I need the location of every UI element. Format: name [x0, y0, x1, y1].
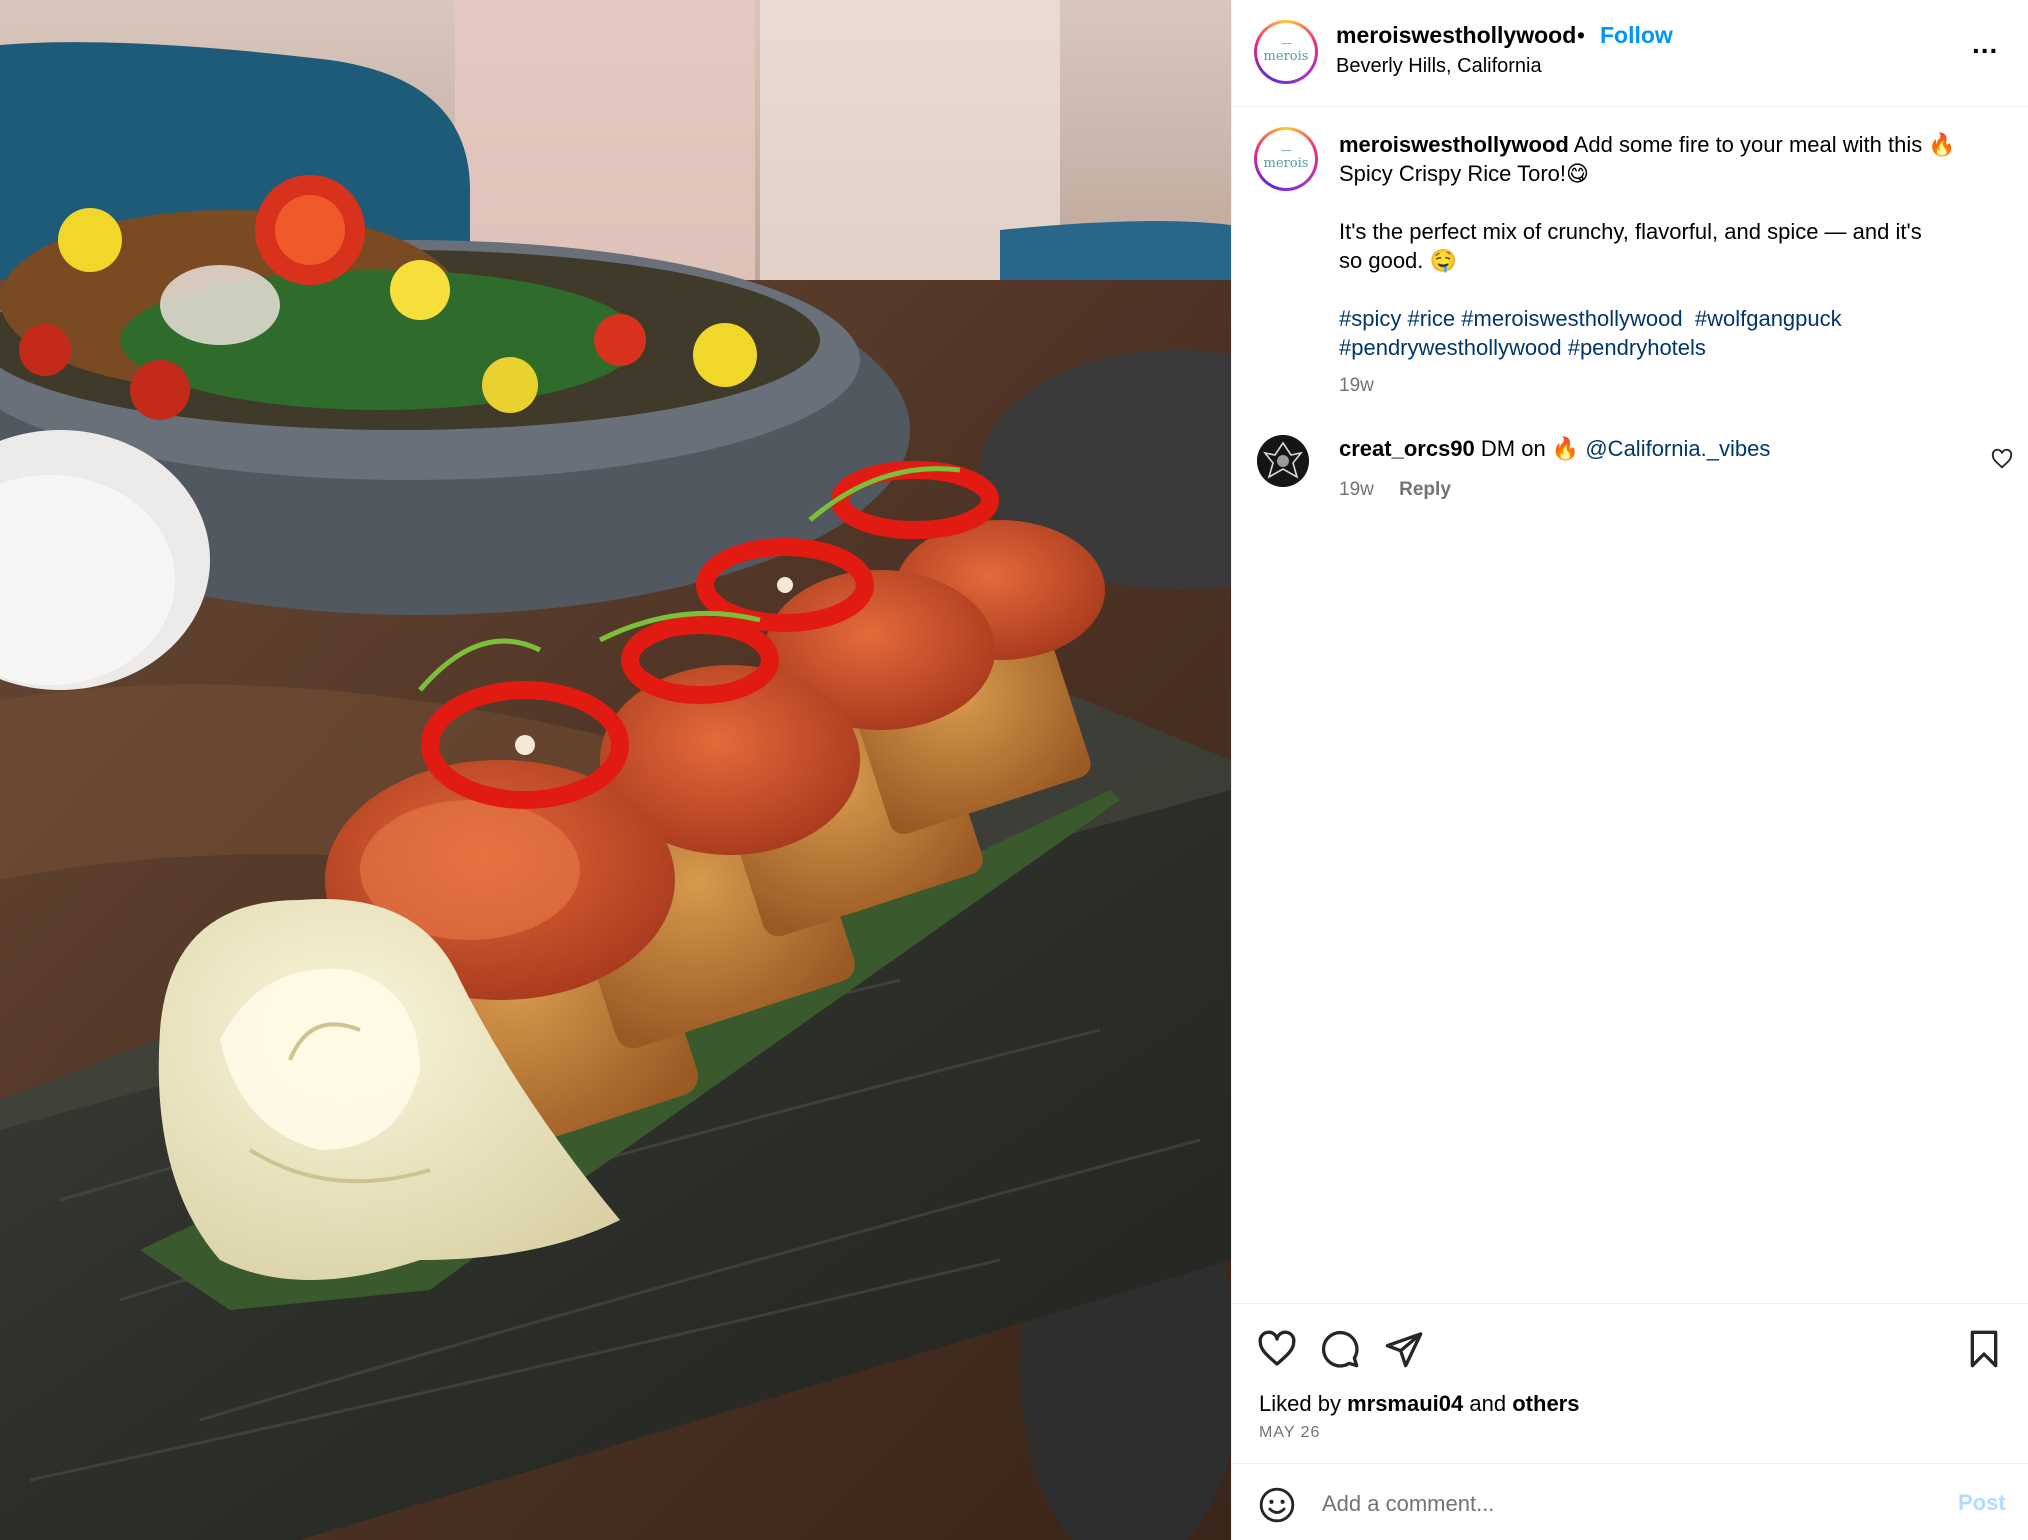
hashtag-link[interactable]: #wolfgangpuck [1695, 306, 1842, 331]
post-header: ~~ merois meroiswesthollywood • Follow B… [1232, 0, 2028, 107]
liked-prefix: Liked by [1259, 1391, 1341, 1416]
hashtag-link[interactable]: #rice [1407, 306, 1455, 331]
post-caption: meroiswesthollywood Add some fire to you… [1339, 130, 1989, 362]
emoji-icon[interactable] [1258, 1486, 1296, 1524]
hashtag-link[interactable]: #pendrywesthollywood [1339, 335, 1562, 360]
comment-username[interactable]: creat_orcs90 [1339, 436, 1475, 461]
comment-icon[interactable] [1320, 1329, 1360, 1369]
avatar-logo-word: merois [1263, 49, 1309, 64]
post-location[interactable]: Beverly Hills, California [1336, 55, 1542, 78]
reply-button[interactable]: Reply [1399, 479, 1451, 500]
comment-timestamp[interactable]: 19w [1339, 479, 1374, 500]
commenter-avatar[interactable] [1257, 435, 1309, 487]
comment-mention[interactable]: @California._vibes [1585, 436, 1770, 461]
post-button[interactable]: Post [1958, 1490, 2006, 1516]
author-avatar[interactable]: ~~ merois [1254, 20, 1318, 84]
caption-timestamp[interactable]: 19w [1339, 375, 1374, 397]
comment-text: DM on 🔥 [1480, 436, 1580, 461]
comment-item: creat_orcs90 DM on 🔥 @California._vibes [1339, 436, 1770, 462]
bookmark-icon[interactable] [1964, 1329, 2004, 1369]
heart-icon[interactable] [1257, 1329, 1297, 1369]
post-date[interactable]: MAY 26 [1259, 1424, 1320, 1442]
comment-meta: 19w Reply [1339, 479, 1451, 501]
action-bar [1232, 1303, 2028, 1461]
hashtag-link[interactable]: #meroiswesthollywood [1461, 306, 1682, 331]
caption-line-2: Spicy Crispy Rice Toro!😋 [1339, 161, 1589, 186]
caption-line-4: so good. 🤤 [1339, 248, 1457, 273]
follow-button[interactable]: Follow [1600, 22, 1673, 49]
small-heart-icon[interactable] [1991, 448, 2013, 470]
caption-line-3: It's the perfect mix of crunchy, flavorf… [1339, 219, 1922, 244]
more-icon[interactable]: ... [1972, 28, 1998, 60]
caption-username[interactable]: meroiswesthollywood [1339, 132, 1569, 157]
comment-composer: Post [1232, 1463, 2028, 1540]
post-photo[interactable] [0, 0, 1231, 1540]
author-username[interactable]: meroiswesthollywood [1336, 22, 1576, 49]
food-image [0, 0, 1231, 1540]
post-side-panel: ~~ merois meroiswesthollywood • Follow B… [1231, 0, 2028, 1540]
liked-user[interactable]: mrsmaui04 [1347, 1391, 1463, 1416]
hashtag-link[interactable]: #pendryhotels [1568, 335, 1706, 360]
caption-line-1: Add some fire to your meal with this 🔥 [1573, 132, 1956, 157]
liked-others[interactable]: others [1512, 1391, 1579, 1416]
hashtag-link[interactable]: #spicy [1339, 306, 1401, 331]
comment-input[interactable] [1322, 1482, 1922, 1526]
caption-avatar[interactable]: ~~ merois [1254, 127, 1318, 191]
caption-avatar-word: merois [1263, 156, 1309, 171]
separator-dot: • [1577, 22, 1586, 48]
likes-summary: Liked by mrsmaui04 and others [1259, 1391, 1579, 1417]
liked-and: and [1469, 1391, 1507, 1416]
share-icon[interactable] [1384, 1329, 1424, 1369]
